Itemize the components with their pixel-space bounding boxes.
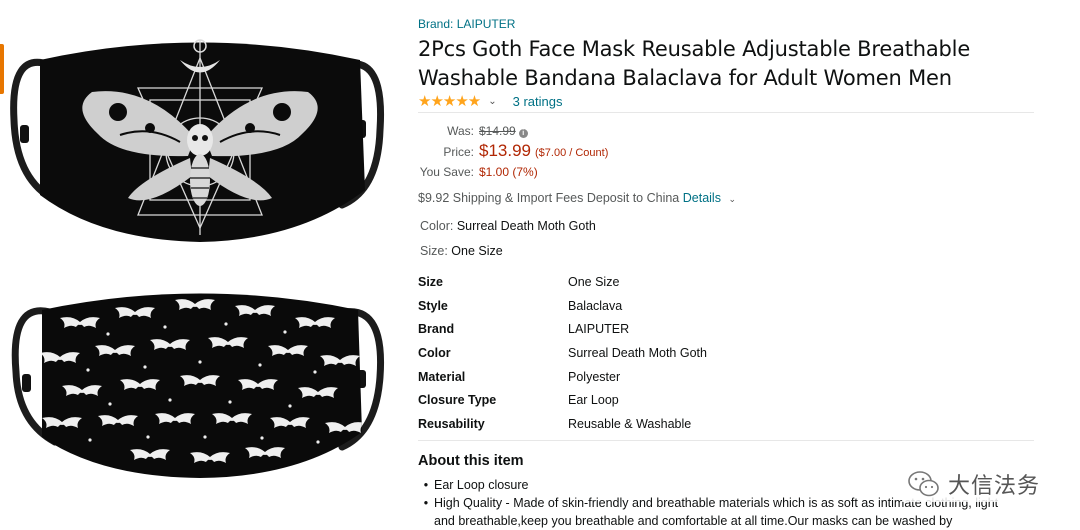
spec-key: Style bbox=[418, 298, 448, 313]
brand-link[interactable]: Brand: LAIPUTER bbox=[418, 17, 515, 31]
watermark-text: 大信法务 bbox=[947, 474, 1040, 499]
info-icon[interactable]: i bbox=[518, 129, 528, 138]
spec-key: Brand bbox=[418, 322, 455, 337]
shipping-info: $9.92 Shipping & Import Fees Deposit to … bbox=[418, 191, 736, 205]
spec-key: Reusability bbox=[418, 416, 485, 431]
spec-row: Reusability Reusable & Washable bbox=[418, 412, 1018, 436]
savings-value: $1.00 (7%) bbox=[479, 165, 538, 179]
current-price: $13.99 bbox=[479, 141, 531, 160]
divider bbox=[418, 112, 1034, 113]
current-price-row: Price: $13.99 ($7.00 / Count) bbox=[418, 141, 608, 161]
spec-value: Ear Loop bbox=[568, 393, 619, 408]
was-price-row: Was: $14.99 i bbox=[418, 124, 528, 138]
chevron-down-icon[interactable]: ⌄ bbox=[728, 194, 736, 204]
spec-key: Closure Type bbox=[418, 393, 497, 408]
bullet-icon: • bbox=[423, 496, 429, 510]
spec-table: Size One Size Style Balaclava Brand LAIP… bbox=[418, 270, 1018, 436]
wechat-icon bbox=[908, 471, 939, 497]
spec-row: Material Polyester bbox=[418, 365, 1018, 389]
product-image-moth-mask[interactable] bbox=[0, 30, 395, 250]
price-label: Price: bbox=[443, 145, 474, 159]
image-gallery bbox=[0, 0, 400, 530]
spec-value: Balaclava bbox=[568, 298, 623, 313]
spec-key: Size bbox=[418, 274, 444, 289]
spec-value: Surreal Death Moth Goth bbox=[568, 345, 707, 360]
watermark: 大信法务 bbox=[901, 466, 1044, 502]
spec-value: Polyester bbox=[568, 369, 621, 384]
shipping-text: $9.92 Shipping & Import Fees Deposit to … bbox=[418, 191, 680, 205]
was-price: $14.99 bbox=[479, 124, 516, 138]
color-value: Surreal Death Moth Goth bbox=[456, 219, 596, 233]
product-image-bat-mask[interactable] bbox=[0, 282, 395, 482]
spec-row: Color Surreal Death Moth Goth bbox=[418, 341, 1018, 365]
size-value: One Size bbox=[451, 244, 503, 258]
chevron-down-icon[interactable]: ⌄ bbox=[488, 96, 496, 107]
save-label: You Save: bbox=[419, 165, 474, 179]
spec-value: One Size bbox=[568, 274, 620, 289]
about-heading: About this item bbox=[418, 453, 524, 469]
spec-key: Material bbox=[418, 369, 466, 384]
spec-row: Brand LAIPUTER bbox=[418, 317, 1018, 341]
size-label: Size: bbox=[420, 244, 448, 258]
spec-value: Reusable & Washable bbox=[568, 416, 692, 431]
shipping-details-link[interactable]: Details bbox=[683, 191, 721, 205]
size-selection: Size: One Size bbox=[420, 244, 503, 258]
was-label: Was: bbox=[447, 124, 474, 138]
color-selection: Color: Surreal Death Moth Goth bbox=[420, 219, 596, 233]
rating-row: ★★★★★ ⌄ 3 ratings bbox=[418, 92, 563, 110]
divider bbox=[418, 440, 1034, 441]
spec-value: LAIPUTER bbox=[568, 322, 630, 337]
spec-row: Closure Type Ear Loop bbox=[418, 388, 1018, 412]
ratings-count-link[interactable]: 3 ratings bbox=[513, 94, 563, 109]
color-label: Color: bbox=[420, 219, 454, 233]
product-title: 2Pcs Goth Face Mask Reusable Adjustable … bbox=[418, 37, 971, 90]
spec-row: Style Balaclava bbox=[418, 294, 1018, 318]
bullet-icon: • bbox=[423, 478, 429, 492]
savings-row: You Save: $1.00 (7%) bbox=[418, 165, 538, 179]
spec-row: Size One Size bbox=[418, 270, 1018, 294]
price-per-count: ($7.00 / Count) bbox=[535, 147, 609, 159]
star-icon[interactable]: ★★★★★ bbox=[418, 92, 481, 110]
spec-key: Color bbox=[418, 345, 451, 360]
